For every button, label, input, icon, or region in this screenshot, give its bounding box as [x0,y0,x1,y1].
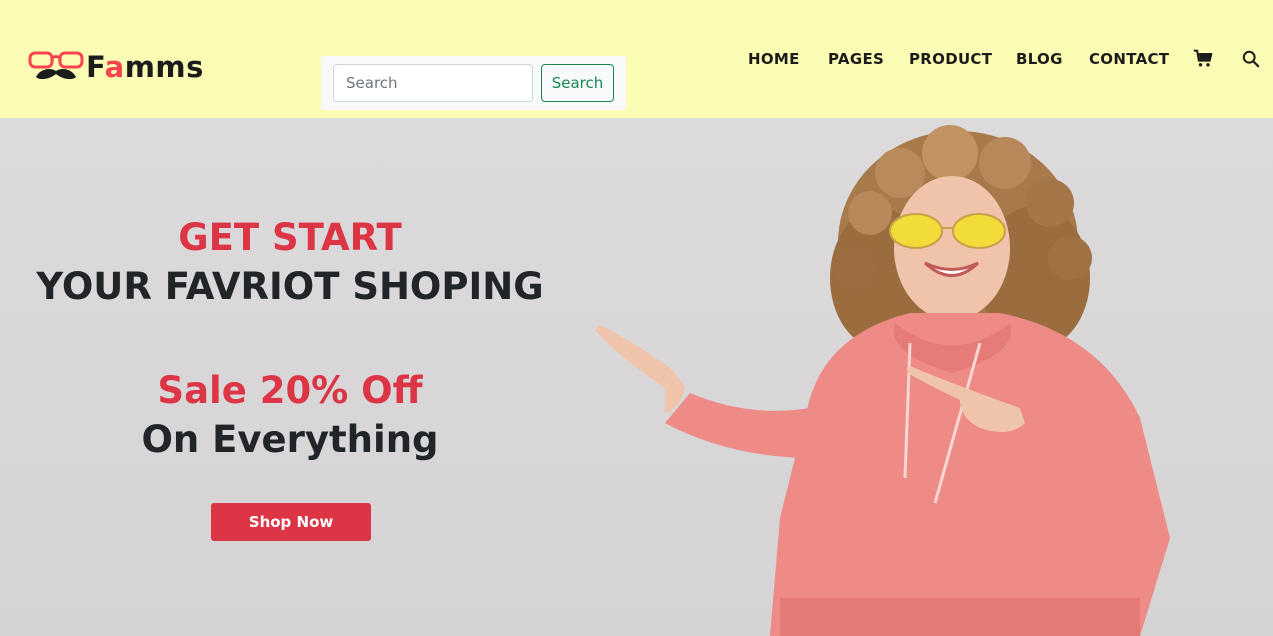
brand-logo[interactable]: Famms [28,48,204,86]
hero-sale-text: On Everything [141,418,439,461]
shop-now-button[interactable]: Shop Now [211,503,371,541]
magnifier-icon[interactable] [1242,50,1260,68]
search-form: Search [321,56,626,110]
nav-contact[interactable]: CONTACT [1089,50,1169,68]
hero-text-block: GET START YOUR FAVRIOT SHOPING Sale 20% … [0,118,580,636]
site-header: Famms Search HOME PAGES PRODUCT BLOG CON… [0,0,1273,118]
hero-banner: GET START YOUR FAVRIOT SHOPING Sale 20% … [0,118,1273,636]
hero-headline: YOUR FAVRIOT SHOPING [36,265,544,308]
woman-pointing-image [595,125,1170,636]
search-button[interactable]: Search [541,64,614,102]
shopping-cart-icon[interactable] [1193,49,1213,69]
glasses-mustache-icon [28,51,84,80]
nav-pages[interactable]: PAGES [828,50,884,68]
hero-headline-accent: GET START [178,216,402,259]
search-input[interactable] [333,64,533,102]
hero-sale-accent: Sale 20% Off [157,369,423,412]
nav-product[interactable]: PRODUCT [909,50,992,68]
nav-home[interactable]: HOME [748,50,800,68]
nav-blog[interactable]: BLOG [1016,50,1063,68]
brand-name: Famms [86,50,204,84]
